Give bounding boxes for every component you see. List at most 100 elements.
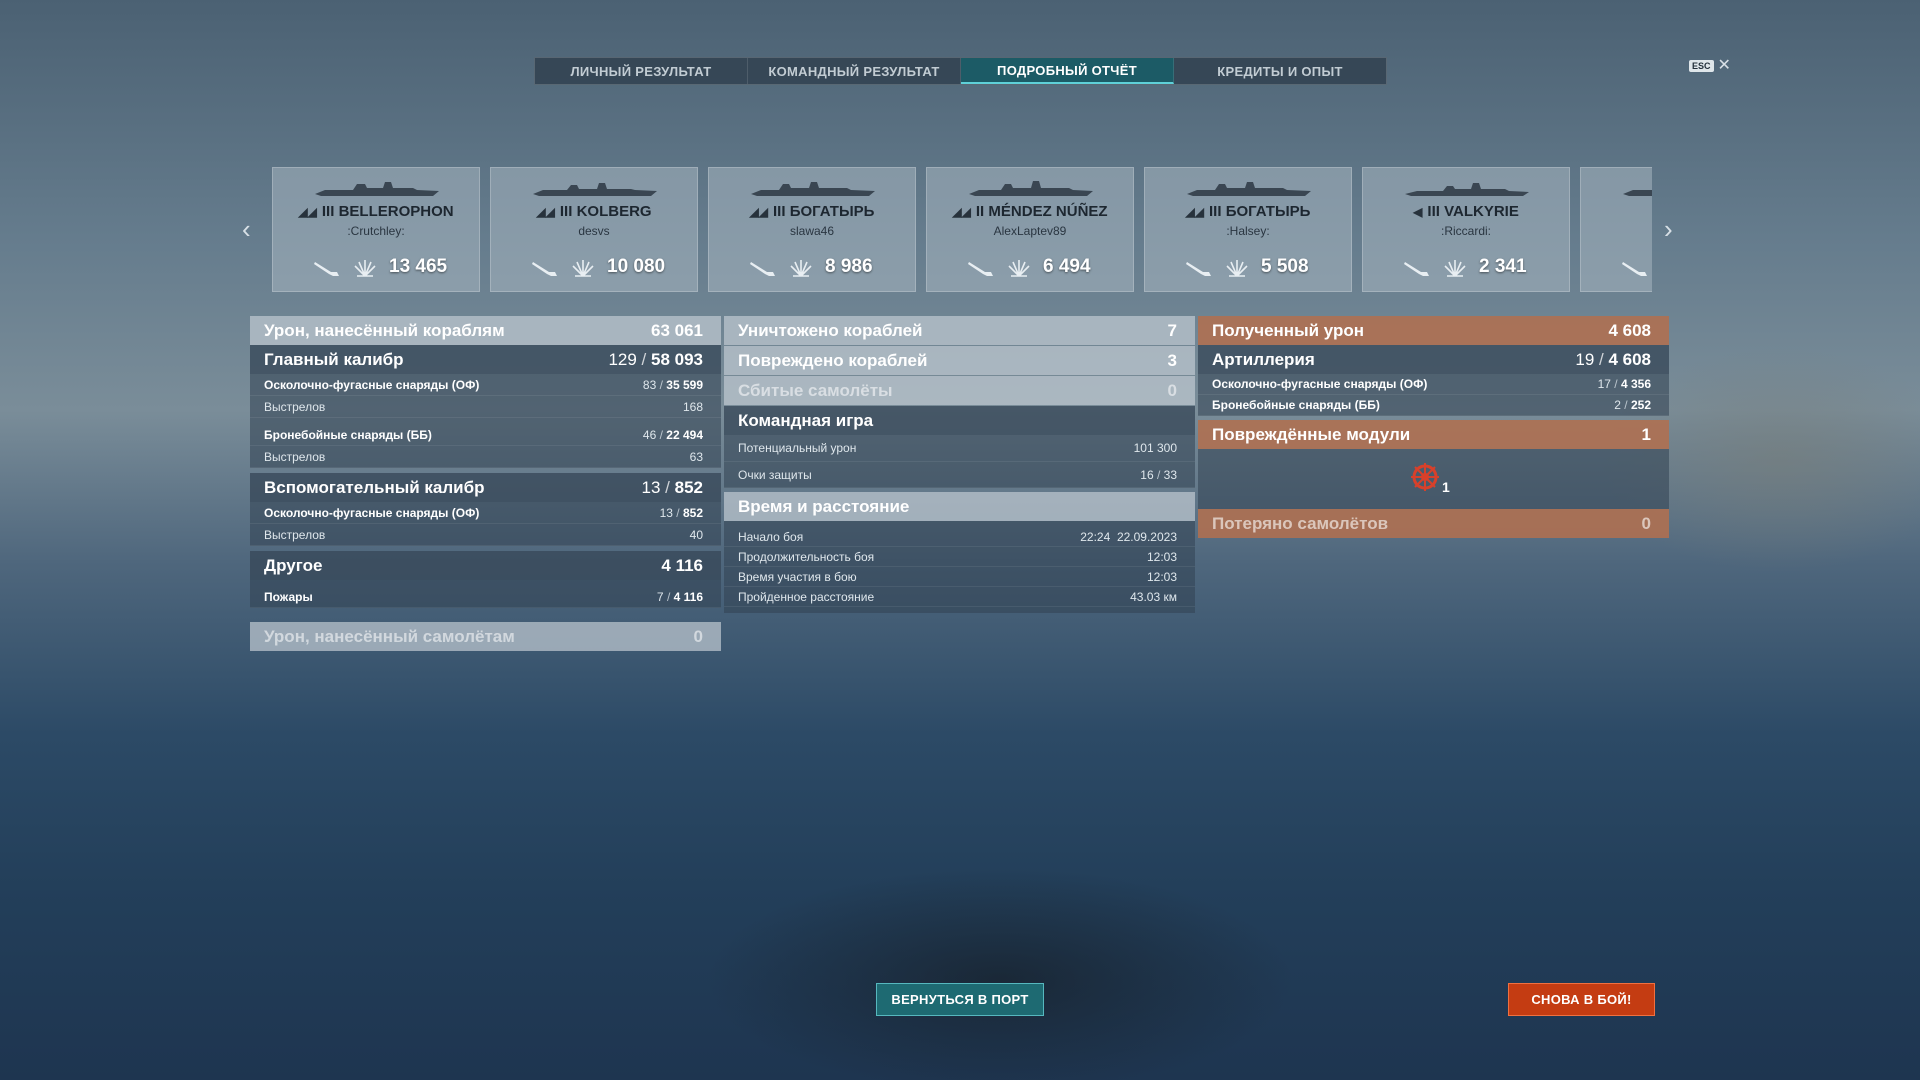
ship-card[interactable]: ◢◢ III БОГАТЫРЬ :Halsey: 5 508 (1144, 167, 1352, 292)
ship-card-partial[interactable] (1580, 167, 1652, 292)
stat-row: Выстрелов 168 (250, 396, 721, 418)
ship-card[interactable]: ◢◢ III BELLEROPHON :Crutchley: 13 465 (272, 167, 480, 292)
time-distance-header: Время и расстояние (724, 492, 1195, 521)
esc-key-label: ESC (1689, 60, 1714, 72)
ship-carousel: ◢◢ III BELLEROPHON :Crutchley: 13 465 ◢◢ I… (272, 167, 1652, 292)
damaged-modules-header: Повреждённые модули 1 (1198, 420, 1669, 449)
stat-row: Осколочно-фугасные снаряды (ОФ) 13 / 852 (250, 502, 721, 524)
player-name: :Crutchley: (347, 224, 405, 238)
ship-tier: III (559, 203, 573, 220)
ships-damaged-header: Повреждено кораблей 3 (724, 346, 1195, 375)
planes-shot-down-header: Сбитые самолёты 0 (724, 376, 1195, 405)
player-name: desvs (578, 224, 610, 238)
ship-name: KOLBERG (576, 203, 652, 220)
stat-row: Осколочно-фугасные снаряды (ОФ) 17 / 4 3… (1198, 374, 1669, 395)
close-icon: ✕ (1717, 57, 1731, 74)
ship-silhouette-icon (1405, 183, 1529, 196)
secondary-battery-header: Вспомогательный калибр 13 / 852 (250, 473, 721, 502)
carousel-prev-button[interactable]: ‹ (242, 214, 251, 245)
tab-personal-result[interactable]: ЛИЧНЫЙ РЕЗУЛЬТАТ (535, 58, 748, 84)
player-name: AlexLaptev89 (993, 224, 1067, 238)
shell-icon (750, 262, 775, 276)
player-name: :Riccardi: (1440, 224, 1491, 238)
tab-bar: ЛИЧНЫЙ РЕЗУЛЬТАТ КОМАНДНЫЙ РЕЗУЛЬТАТ ПОД… (534, 57, 1387, 85)
ship-card[interactable]: ◢◢ III KOLBERG desvs 10 080 (490, 167, 698, 292)
tab-detailed-report[interactable]: ПОДРОБНЫЙ ОТЧЁТ (961, 58, 1174, 84)
shell-icon (1404, 262, 1429, 276)
other-damage-header: Другое 4 116 (250, 551, 721, 580)
damage-icon (1226, 260, 1248, 277)
ship-name: БОГАТЫРЬ (1225, 203, 1311, 220)
carousel-next-button[interactable]: › (1664, 214, 1673, 245)
stat-row: Выстрелов 63 (250, 446, 721, 468)
planes-lost-header: Потеряно самолётов 0 (1198, 509, 1669, 538)
stat-row: Пожары 7 / 4 116 (250, 586, 721, 608)
ship-tier: III (1427, 203, 1440, 220)
ship-damage-value: 13 465 (389, 256, 448, 277)
return-to-port-button[interactable]: ВЕРНУТЬСЯ В ПОРТ (876, 983, 1044, 1016)
ship-name: BELLEROPHON (338, 203, 454, 220)
damage-dealt-panel: Урон, нанесённый кораблям 63 061 Главный… (250, 316, 721, 651)
ship-silhouette-icon (533, 183, 657, 196)
ship-silhouette-icon (969, 181, 1093, 196)
damage-icon (1444, 260, 1466, 277)
damage-icon (790, 260, 812, 277)
combat-summary-panel: Уничтожено кораблей 7 Повреждено корабле… (724, 316, 1195, 613)
ship-silhouette-icon (1623, 190, 1652, 196)
stat-row: Продолжительность боя 12:03 (724, 547, 1195, 567)
shell-icon (532, 262, 557, 276)
player-name: :Halsey: (1226, 224, 1270, 238)
ship-tier: III (773, 203, 786, 220)
stat-row: Очки защиты 16 / 33 (724, 462, 1195, 488)
shell-icon (314, 262, 339, 276)
ship-silhouette-icon (1187, 182, 1311, 196)
ships-destroyed-header: Уничтожено кораблей 7 (724, 316, 1195, 345)
aircraft-damage-header: Урон, нанесённый самолётам 0 (250, 622, 721, 651)
artillery-header: Артиллерия 19 / 4 608 (1198, 345, 1669, 374)
ship-class-icon: ◢◢ (536, 205, 555, 219)
damage-icon (1008, 260, 1030, 277)
ship-damage-total: 63 061 (651, 320, 703, 340)
shell-icon (1622, 262, 1647, 276)
close-button[interactable]: ESC ✕ (1689, 57, 1731, 74)
ship-card[interactable]: ◢◢ II MÉNDEZ NÚÑEZ AlexLaptev89 6 494 (926, 167, 1134, 292)
stat-row: Бронебойные снаряды (ББ) 2 / 252 (1198, 395, 1669, 416)
damage-icon (354, 260, 376, 277)
ship-class-icon: ◢◢ (298, 205, 317, 219)
tab-credits-xp[interactable]: КРЕДИТЫ И ОПЫТ (1174, 58, 1386, 84)
battle-again-button[interactable]: СНОВА В БОЙ! (1508, 983, 1655, 1016)
steering-wheel-icon (1411, 463, 1439, 491)
team-play-header: Командная игра (724, 406, 1195, 435)
stat-row: Осколочно-фугасные снаряды (ОФ) 83 / 35 … (250, 374, 721, 396)
shell-icon (968, 262, 993, 276)
damaged-modules-list: 1 (1198, 449, 1669, 509)
tab-team-result[interactable]: КОМАНДНЫЙ РЕЗУЛЬТАТ (748, 58, 961, 84)
stat-row: Бронебойные снаряды (ББ) 46 / 22 494 (250, 424, 721, 446)
ship-card[interactable]: ◀ III VALKYRIE :Riccardi: 2 341 (1362, 167, 1570, 292)
stat-row: Начало боя 22:24 22.09.2023 (724, 527, 1195, 547)
ship-class-icon: ◢◢ (952, 205, 971, 219)
ship-tier: III (321, 203, 335, 220)
ship-silhouette-icon (315, 182, 439, 196)
ship-damage-value: 8 986 (825, 256, 873, 277)
ship-class-icon: ◢◢ (749, 205, 769, 219)
module-damage-count: 1 (1442, 479, 1450, 495)
stat-row: Время участия в бою 12:03 (724, 567, 1195, 587)
chevron-right-icon: › (1664, 214, 1673, 244)
ship-damage-value: 10 080 (607, 256, 666, 277)
stat-row: Потенциальный урон 101 300 (724, 435, 1195, 462)
ship-silhouette-icon (751, 182, 875, 196)
damage-received-header: Полученный урон 4 608 (1198, 316, 1669, 345)
damage-received-panel: Полученный урон 4 608 Артиллерия 19 / 4 … (1198, 316, 1669, 538)
damage-icon (572, 260, 594, 277)
chevron-left-icon: ‹ (242, 214, 251, 244)
ship-card[interactable]: ◢◢ III БОГАТЫРЬ slawa46 8 986 (708, 167, 916, 292)
ship-name: БОГАТЫРЬ (789, 203, 875, 220)
stat-row: Пройденное расстояние 43.03 км (724, 587, 1195, 607)
main-battery-header: Главный калибр 129 / 58 093 (250, 345, 721, 374)
ship-damage-value: 2 341 (1479, 256, 1527, 277)
ship-name: VALKYRIE (1444, 203, 1519, 220)
ship-tier: III (1209, 203, 1222, 220)
ship-damage-header: Урон, нанесённый кораблям 63 061 (250, 316, 721, 345)
stat-row: Выстрелов 40 (250, 524, 721, 546)
